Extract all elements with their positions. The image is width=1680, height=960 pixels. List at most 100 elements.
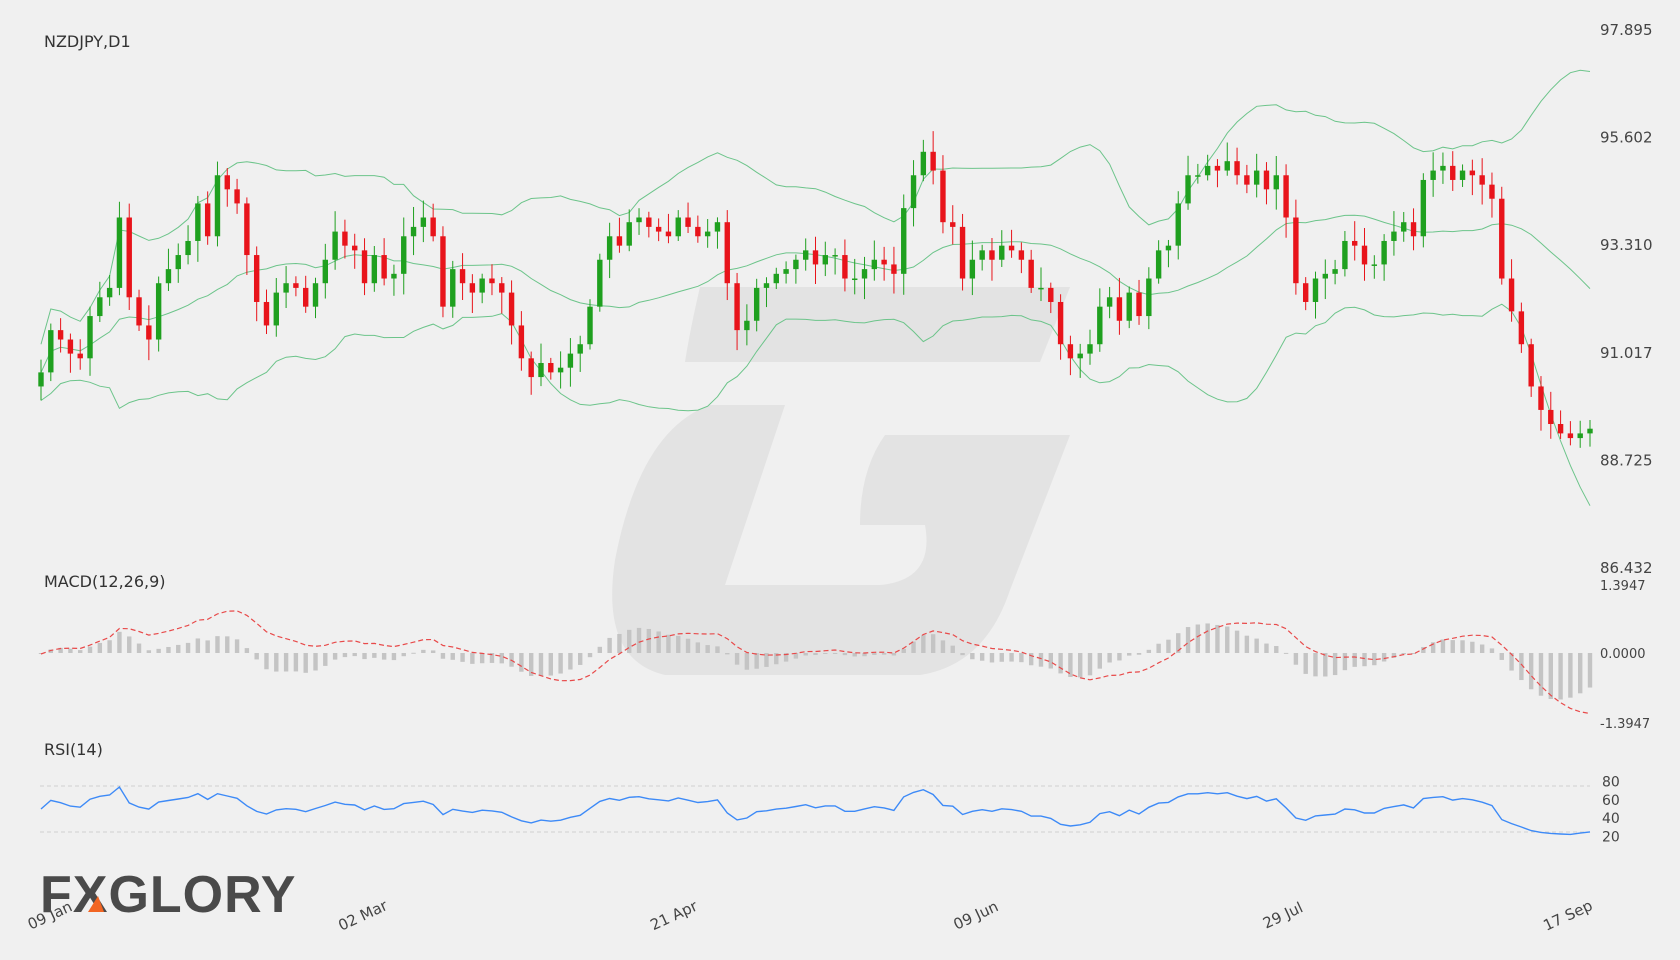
- candle-body: [303, 287, 309, 307]
- macd-histogram-bar: [1342, 653, 1348, 671]
- candle-body: [401, 236, 407, 274]
- candle: [1548, 391, 1554, 439]
- candle-body: [312, 283, 319, 307]
- candle: [832, 248, 838, 275]
- macd-histogram-bar: [1528, 653, 1534, 690]
- candle-body: [155, 283, 162, 340]
- candle-body: [67, 339, 74, 354]
- macd-histogram-bar: [734, 653, 740, 665]
- x-tick-label: 21 Apr: [648, 896, 702, 934]
- macd-histogram-bar: [136, 643, 142, 653]
- macd-histogram-bar: [1558, 653, 1563, 700]
- candle: [616, 217, 623, 253]
- candle-body: [440, 236, 446, 307]
- macd-histogram-bar: [1019, 653, 1024, 663]
- candle-body: [1342, 240, 1348, 270]
- candle-body: [1224, 161, 1230, 171]
- macd-histogram-bar: [1009, 653, 1014, 662]
- candle: [410, 206, 417, 256]
- x-tick-label: 02 Mar: [335, 896, 391, 935]
- candle-body: [950, 222, 956, 227]
- candle-body: [1165, 245, 1172, 251]
- candle: [1067, 335, 1074, 376]
- candle-body: [1204, 165, 1211, 176]
- macd-histogram-bar: [1136, 653, 1142, 655]
- candle-body: [1273, 175, 1279, 190]
- candle: [1440, 152, 1446, 184]
- candle-body: [1048, 287, 1054, 302]
- macd-histogram-bar: [97, 642, 103, 653]
- macd-histogram-bar: [832, 652, 838, 654]
- candle-body: [371, 255, 378, 284]
- macd-histogram-bar: [1087, 653, 1093, 676]
- candle-body: [342, 231, 348, 246]
- candle: [881, 246, 887, 281]
- macd-histogram-bar: [1127, 653, 1132, 656]
- candle-body: [685, 217, 691, 227]
- candle-body: [802, 250, 809, 260]
- candle: [1508, 259, 1515, 322]
- macd-histogram-bar: [695, 642, 701, 653]
- candle: [1302, 277, 1309, 311]
- macd-histogram-bar: [1038, 653, 1044, 667]
- macd-histogram-bar: [852, 653, 857, 657]
- candle: [1528, 338, 1534, 397]
- candle-body: [979, 250, 985, 260]
- candle-body: [1116, 297, 1123, 321]
- rsi-tick-label: 40: [1602, 811, 1620, 827]
- price-tick-label: 95.602: [1600, 129, 1653, 147]
- candle: [440, 226, 446, 318]
- candle-body: [175, 255, 181, 270]
- candle-body: [1195, 175, 1201, 177]
- macd-histogram-bar: [744, 653, 750, 670]
- macd-histogram-bar: [362, 653, 367, 660]
- macd-histogram-bar: [725, 653, 730, 655]
- candle: [1420, 173, 1427, 248]
- candle-body: [1332, 269, 1338, 274]
- candle: [1322, 259, 1328, 300]
- candle-body: [1214, 165, 1221, 171]
- candle: [636, 208, 642, 235]
- candle-body: [1361, 245, 1368, 265]
- candle-body: [920, 151, 927, 176]
- candle-body: [901, 208, 907, 274]
- macd-histogram-bar: [930, 634, 936, 653]
- candle-body: [861, 269, 868, 279]
- candle: [1283, 164, 1289, 238]
- candle-body: [420, 217, 427, 227]
- candle: [577, 335, 583, 372]
- candle: [646, 211, 652, 238]
- candle: [871, 240, 878, 281]
- macd-histogram-bar: [901, 648, 906, 653]
- candle-body: [999, 245, 1005, 260]
- macd-histogram-bar: [401, 653, 406, 657]
- macd-histogram-bar: [332, 653, 338, 660]
- candle: [1253, 153, 1260, 198]
- candle-body: [499, 283, 505, 293]
- candle-body: [1087, 344, 1093, 354]
- candle-body: [1126, 292, 1132, 321]
- macd-histogram-bar: [460, 653, 465, 662]
- candle: [195, 195, 201, 262]
- candle-body: [165, 269, 172, 284]
- candle: [1391, 211, 1397, 256]
- candle: [1312, 271, 1319, 319]
- candle: [361, 238, 368, 296]
- macd-histogram-bar: [440, 653, 446, 659]
- macd-histogram-bar: [1568, 653, 1573, 698]
- candle: [1342, 231, 1348, 277]
- candle: [979, 244, 985, 271]
- rsi-line: [40, 785, 1591, 836]
- candle-body: [1097, 306, 1103, 345]
- candle: [1165, 239, 1172, 268]
- candle-body: [1263, 170, 1270, 190]
- macd-histogram-bar: [87, 646, 93, 653]
- candle-body: [577, 344, 583, 354]
- candle-body: [1469, 170, 1476, 176]
- candle-body: [548, 362, 554, 373]
- candle-body: [704, 231, 711, 237]
- candle: [842, 239, 848, 292]
- macd-histogram-bar: [940, 640, 946, 653]
- macd-histogram-bar: [558, 653, 563, 674]
- rsi-panel: RSI(14) 80 60 40 20: [40, 740, 1620, 846]
